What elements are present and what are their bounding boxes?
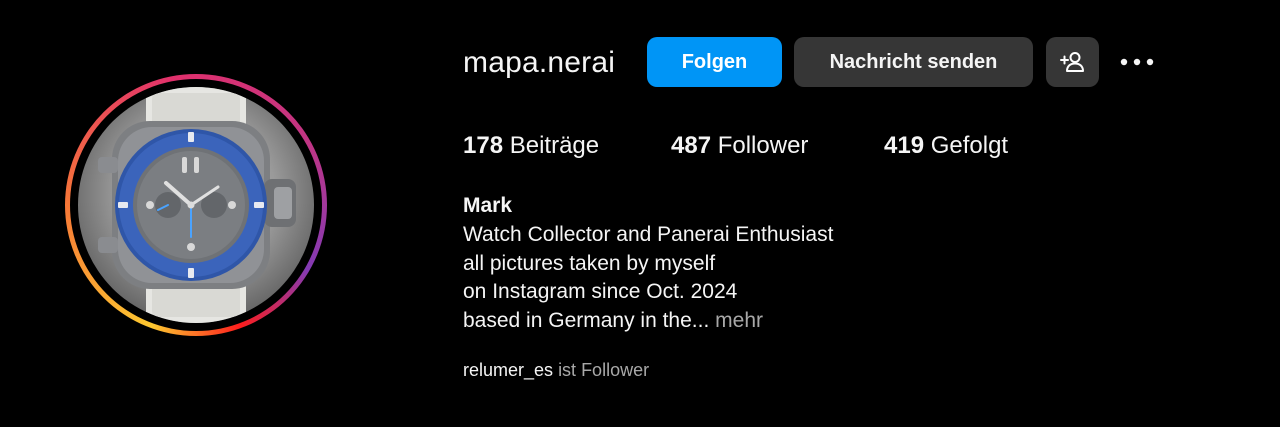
- send-message-button[interactable]: Nachricht senden: [794, 37, 1033, 87]
- bio-line: on Instagram since Oct. 2024: [463, 280, 738, 303]
- add-person-icon: [1059, 52, 1084, 72]
- following-count: 419: [884, 132, 925, 159]
- followers-stat[interactable]: 487 Follower: [671, 131, 808, 161]
- followers-count: 487: [671, 132, 712, 159]
- bio-line-last: based in Germany in the... mehr: [463, 307, 833, 336]
- followed-by-username[interactable]: relumer_es: [463, 360, 553, 380]
- bio-full-name: Mark: [463, 194, 513, 217]
- bio-text: Watch Collector and Panerai Enthusiast a…: [463, 221, 833, 335]
- followers-label: Follower: [717, 132, 809, 159]
- more-options-button[interactable]: [1115, 44, 1159, 80]
- posts-count: 178: [463, 132, 504, 159]
- wristwatch-photo: [98, 87, 296, 323]
- following-stat[interactable]: 419 Gefolgt: [884, 131, 1008, 161]
- bio-line: all pictures taken by myself: [463, 251, 716, 275]
- following-label: Gefolgt: [930, 132, 1009, 159]
- follow-button[interactable]: Folgen: [647, 37, 782, 87]
- bio-line-truncated: based in Germany in the...: [463, 308, 710, 332]
- posts-count-stat: 178 Beiträge: [463, 131, 599, 161]
- followed-by-text: ist Follower: [558, 360, 650, 380]
- bio-more-link[interactable]: mehr: [715, 309, 763, 332]
- bio-line: Watch Collector and Panerai Enthusiast: [463, 223, 834, 246]
- avatar[interactable]: [78, 87, 314, 323]
- send-message-button-label: Nachricht senden: [829, 50, 998, 73]
- suggested-accounts-button[interactable]: [1046, 37, 1099, 87]
- posts-label: Beiträge: [509, 132, 600, 159]
- avatar-story-ring[interactable]: [65, 74, 327, 336]
- profile-username: mapa.nerai: [463, 46, 616, 79]
- avatar-gap: [70, 79, 322, 331]
- followed-by-row: relumer_es ist Follower: [463, 358, 649, 382]
- follow-button-label: Folgen: [681, 50, 748, 73]
- more-options-icon: [1120, 58, 1154, 66]
